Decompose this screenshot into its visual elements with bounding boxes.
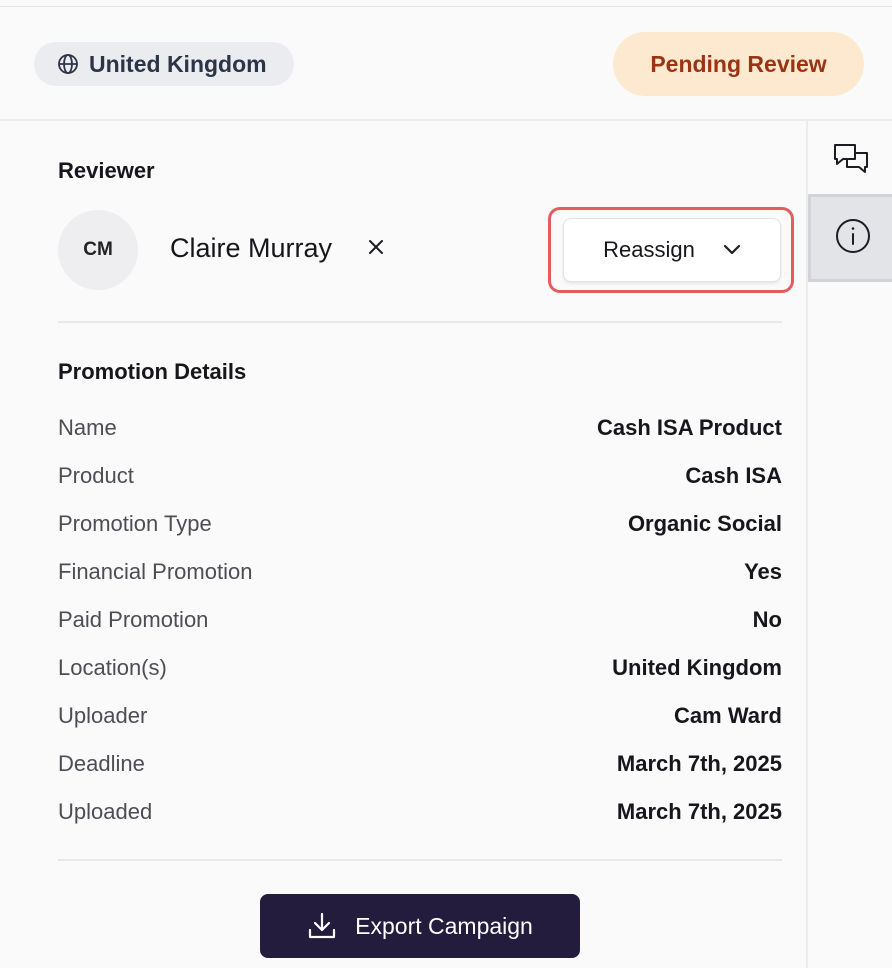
detail-label: Deadline [58,751,145,776]
detail-label: Uploaded [58,799,153,824]
detail-row-locations: Location(s) United Kingdom [58,653,782,683]
info-icon [833,216,873,261]
globe-icon [56,52,80,76]
detail-value: Organic Social [627,511,782,536]
reviewer-section-title: Reviewer [58,158,155,183]
chat-bubbles-icon [831,139,871,184]
location-chip[interactable]: United Kingdom [34,42,294,86]
status-badge-label: Pending Review [650,50,827,77]
side-rail [806,121,892,968]
detail-row-uploader: Uploader Cam Ward [58,701,782,731]
detail-value: Yes [744,559,782,584]
info-tab-button[interactable] [808,194,892,282]
detail-row-paid-promotion: Paid Promotion No [58,605,782,635]
detail-row-financial-promotion: Financial Promotion Yes [58,557,782,587]
location-chip-label: United Kingdom [89,50,267,77]
detail-label: Financial Promotion [58,559,253,584]
export-campaign-button[interactable]: Export Campaign [260,894,580,958]
reassign-dropdown-button[interactable]: Reassign [563,218,781,282]
detail-label: Product [58,463,134,488]
reviewer-name: Claire Murray [170,233,333,263]
status-badge: Pending Review [613,32,864,96]
section-divider [58,859,782,861]
close-icon [368,239,384,260]
detail-label: Paid Promotion [58,607,209,632]
promotion-details-title: Promotion Details [58,359,247,384]
avatar: CM [58,210,138,290]
details-content: Reviewer CM Claire Murray Reassign Promo… [0,121,806,968]
detail-row-name: Name Cash ISA Product [58,413,782,443]
detail-value: March 7th, 2025 [616,751,782,776]
export-campaign-label: Export Campaign [355,912,533,939]
detail-label: Promotion Type [58,511,212,536]
detail-value: Cam Ward [674,703,782,728]
panel-header: United Kingdom Pending Review [0,7,892,121]
section-divider [58,321,782,323]
avatar-initials: CM [83,239,113,260]
download-icon [307,911,337,941]
promotion-review-panel: United Kingdom Pending Review Reviewer C… [0,0,892,968]
reassign-label: Reassign [603,237,695,262]
remove-reviewer-button[interactable] [364,235,388,263]
detail-value: March 7th, 2025 [616,799,782,824]
detail-value: Cash ISA Product [597,415,782,440]
detail-value: No [752,607,782,632]
detail-row-deadline: Deadline March 7th, 2025 [58,749,782,779]
detail-row-uploaded: Uploaded March 7th, 2025 [58,797,782,827]
detail-label: Uploader [58,703,148,728]
detail-value: United Kingdom [612,655,782,680]
detail-label: Name [58,415,117,440]
comments-tab-button[interactable] [808,121,892,201]
detail-value: Cash ISA [685,463,782,488]
detail-label: Location(s) [58,655,167,680]
chevron-down-icon [723,244,741,256]
detail-row-product: Product Cash ISA [58,461,782,491]
detail-row-promotion-type: Promotion Type Organic Social [58,509,782,539]
